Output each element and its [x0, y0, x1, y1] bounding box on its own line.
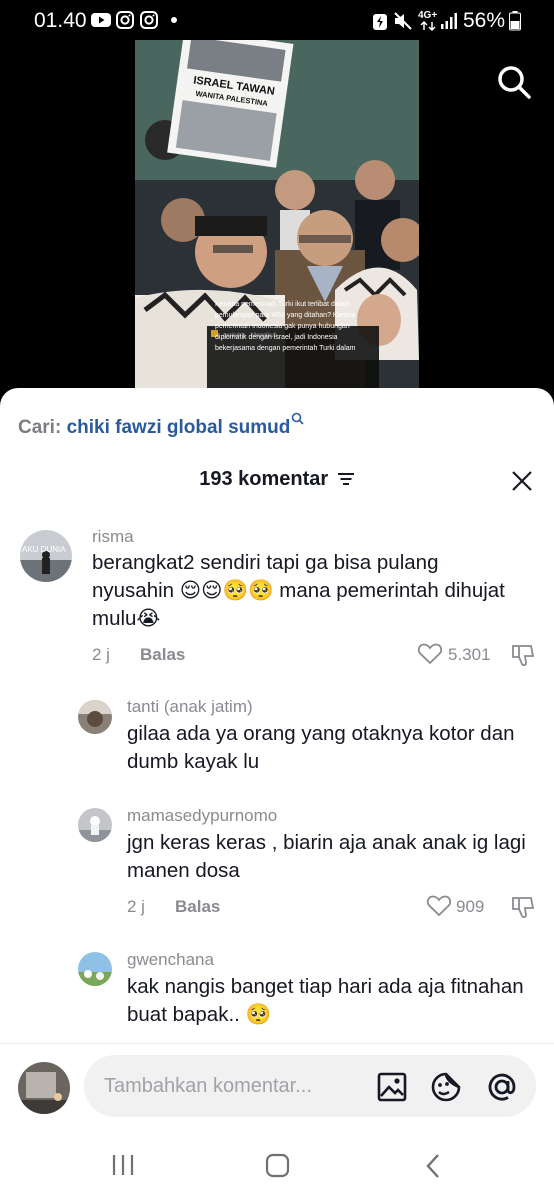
sort-icon[interactable]	[337, 472, 355, 486]
svg-text:AKU DUNIA: AKU DUNIA	[22, 545, 66, 554]
mention-icon[interactable]	[485, 1070, 519, 1104]
avatar[interactable]	[78, 700, 112, 734]
heart-icon[interactable]	[426, 894, 452, 918]
search-icon[interactable]	[494, 62, 534, 102]
dislike-icon[interactable]	[510, 642, 536, 668]
battery-icon	[509, 11, 521, 31]
video-player[interactable]: ISRAEL TAWAN WANITA PALESTINA gerindra M…	[135, 40, 419, 388]
heart-icon[interactable]	[417, 642, 443, 666]
back-icon[interactable]	[424, 1153, 442, 1179]
comment-time: 2 j	[92, 645, 110, 664]
home-icon[interactable]	[265, 1153, 291, 1179]
reply-button[interactable]: Balas	[175, 897, 220, 917]
current-user-avatar[interactable]	[18, 1062, 70, 1114]
emoji-icon[interactable]	[429, 1070, 463, 1104]
mute-icon	[394, 12, 412, 30]
comment-username[interactable]: mamasedypurnomo	[127, 806, 277, 826]
comment-time: 2 j	[127, 897, 145, 916]
instagram-notification-icon	[116, 11, 134, 29]
avatar[interactable]	[78, 808, 112, 842]
network-type: 4G+	[418, 10, 438, 21]
search-prefix: Cari:	[18, 417, 62, 438]
comment-text: kak nangis banget tiap hari ada aja fitn…	[127, 975, 524, 1026]
more-notifications-dot-icon	[171, 17, 177, 23]
comment-username[interactable]: risma	[92, 527, 134, 547]
like-count: 909	[456, 897, 485, 916]
like-count: 5.301	[448, 645, 491, 664]
search-small-icon	[292, 412, 304, 425]
caption-text: Kenapa pemerintah Turki ikut terlibat da…	[215, 301, 356, 352]
avatar-image-risma: AKU DUNIA	[20, 530, 72, 582]
comment-text: berangkat2 sendiri tapi ga bisa pulang n…	[92, 551, 505, 630]
avatar[interactable]	[78, 952, 112, 986]
status-time: 01.40	[34, 9, 87, 32]
battery-saver-icon	[373, 14, 387, 30]
recent-apps-icon[interactable]	[111, 1154, 135, 1176]
avatar-image-gwenchana	[78, 952, 112, 986]
avatar-image-mamasedy	[78, 808, 112, 842]
comment-username[interactable]: gwenchana	[127, 950, 214, 970]
avatar-image-tanti	[78, 700, 112, 734]
comment-text: gilaa ada ya orang yang otaknya kotor da…	[127, 722, 515, 773]
comment-username[interactable]: tanti (anak jatim)	[127, 697, 253, 717]
reply-button[interactable]: Balas	[140, 645, 185, 665]
comment-input[interactable]	[84, 1055, 536, 1117]
youtube-notification-icon	[91, 13, 111, 27]
comments-header[interactable]: 193 komentar	[0, 468, 554, 491]
comment-count-title: 193 komentar	[199, 468, 329, 490]
avatar[interactable]: AKU DUNIA	[20, 530, 72, 582]
search-query[interactable]: chiki fawzi global sumud	[67, 417, 291, 438]
battery-percent: 56%	[463, 9, 506, 32]
comment-text: jgn keras keras , biarin aja anak anak i…	[127, 831, 526, 882]
dislike-icon[interactable]	[510, 894, 536, 920]
data-arrows-icon	[420, 21, 436, 31]
search-suggestion[interactable]: Cari: chiki fawzi global sumud	[18, 412, 304, 439]
avatar-image-self	[18, 1062, 70, 1114]
image-icon[interactable]	[376, 1071, 408, 1103]
signal-icon	[441, 13, 457, 29]
instagram-notification-icon-2	[140, 11, 158, 29]
close-icon[interactable]	[510, 469, 534, 493]
